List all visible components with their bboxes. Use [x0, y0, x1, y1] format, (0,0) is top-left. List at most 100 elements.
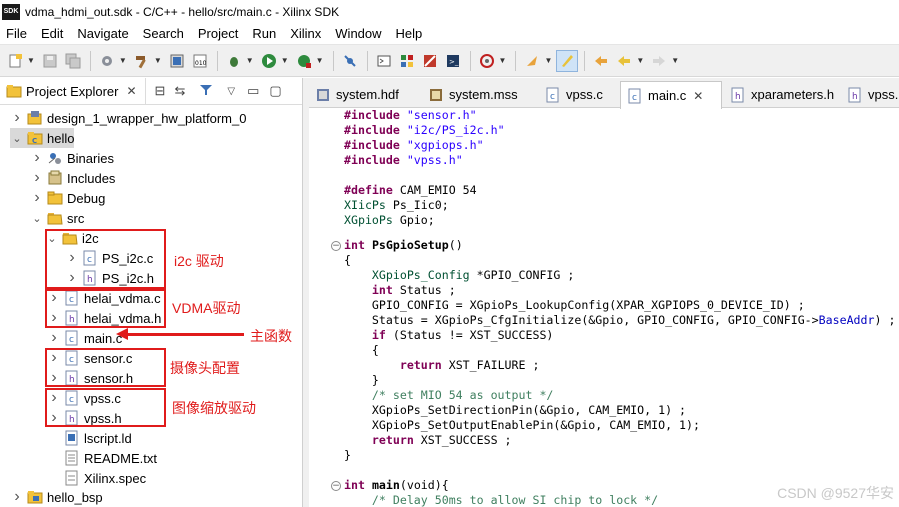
tree-item-includes[interactable]: › Includes: [30, 168, 115, 188]
chevron-right-icon[interactable]: ›: [10, 488, 24, 506]
editor-tab-main-c[interactable]: c main.c ✕: [620, 81, 722, 109]
hardware-manager-icon[interactable]: [396, 50, 418, 72]
h-file-icon: h: [847, 87, 863, 103]
tree-item-label: Binaries: [67, 150, 114, 166]
tree-item-hello-bsp[interactable]: › hello_bsp: [10, 487, 102, 507]
tree-item-hello[interactable]: ⌄ Chello: [10, 128, 75, 148]
chevron-down-icon[interactable]: ▼: [281, 56, 289, 65]
toggle-mark-icon[interactable]: [556, 49, 579, 72]
chevron-right-icon[interactable]: ›: [47, 329, 61, 347]
folder-icon: [47, 190, 63, 206]
project-explorer-header: Project Explorer ✕ ⊟ ⇆ ▽ ▭ ▢: [0, 77, 302, 105]
editor-tab-xparameters-h[interactable]: h xparameters.h: [724, 81, 838, 108]
save-all-icon[interactable]: [62, 50, 84, 72]
toolbar: ▼ ▼ ▼ 010 ▼ ▼ ▼ >_ ▼ ▼ ▼ ▼: [0, 44, 899, 77]
svg-text:c: c: [69, 335, 74, 345]
menu-window[interactable]: Window: [328, 26, 388, 41]
menu-edit[interactable]: Edit: [34, 26, 70, 41]
project-explorer-tab[interactable]: Project Explorer ✕: [0, 77, 146, 105]
chevron-down-icon[interactable]: ▼: [671, 56, 679, 65]
tree-item-debug[interactable]: › Debug: [30, 188, 105, 208]
forward-arrow-icon[interactable]: [648, 50, 670, 72]
filter-icon[interactable]: [199, 83, 213, 100]
chevron-down-icon[interactable]: ▼: [499, 56, 507, 65]
tree-item-label: Xilinx.spec: [84, 470, 147, 486]
menu-search[interactable]: Search: [136, 26, 191, 41]
next-annotation-icon[interactable]: [521, 50, 543, 72]
chevron-down-icon[interactable]: ▼: [27, 56, 35, 65]
annotation-label-vpss: 图像缩放驱动: [172, 400, 256, 416]
tree-item-binaries[interactable]: › Binaries: [30, 148, 114, 168]
save-icon[interactable]: [39, 50, 61, 72]
editor-tab-label: system.mss: [449, 87, 518, 102]
annotation-box-i2c: [45, 229, 166, 289]
new-icon[interactable]: [4, 50, 26, 72]
code-line: int PsGpioSetup(): [344, 238, 463, 252]
editor-tab-label: xparameters.h: [751, 87, 835, 102]
chevron-down-icon[interactable]: ▼: [246, 56, 254, 65]
menu-project[interactable]: Project: [191, 26, 245, 41]
editor-tab-system-mss[interactable]: system.mss: [422, 81, 536, 108]
linker-script-icon: [64, 430, 80, 446]
chevron-right-icon[interactable]: ›: [30, 169, 44, 187]
console-icon[interactable]: >_: [442, 50, 464, 72]
annotation-box-sensor: [45, 348, 166, 387]
chevron-right-icon[interactable]: ›: [30, 149, 44, 167]
svg-text:010: 010: [195, 60, 207, 67]
binary-icon[interactable]: 010: [189, 50, 211, 72]
close-icon[interactable]: ✕: [693, 89, 703, 103]
svg-text:h: h: [852, 92, 858, 102]
code-line: #include "vpss.h": [344, 153, 463, 167]
chevron-down-icon[interactable]: ⌄: [10, 132, 24, 145]
editor-tab-label: main.c: [648, 88, 687, 103]
gear-icon[interactable]: [96, 50, 118, 72]
run-icon[interactable]: [258, 50, 280, 72]
tree-item-xilinx-spec[interactable]: Xilinx.spec: [47, 468, 146, 488]
menu-help[interactable]: Help: [389, 26, 430, 41]
menu-xilinx[interactable]: Xilinx: [283, 26, 328, 41]
chevron-down-icon[interactable]: ▼: [636, 56, 644, 65]
external-tools-icon[interactable]: [293, 50, 315, 72]
sdk-tool-icon[interactable]: [419, 50, 441, 72]
chevron-down-icon[interactable]: ▼: [316, 56, 324, 65]
code-editor[interactable]: #include "sensor.h" #include "i2c/PS_i2c…: [309, 108, 899, 507]
collapse-all-icon[interactable]: ⊟: [155, 83, 166, 99]
tree-item-main-c[interactable]: › c main.c: [47, 328, 122, 348]
tree-item-design-1-wrapper-hw-platform-0[interactable]: › design_1_wrapper_hw_platform_0: [10, 108, 246, 128]
menu-file[interactable]: File: [0, 26, 34, 41]
tree-item-lscript-ld[interactable]: lscript.ld: [47, 428, 132, 448]
code-line: }: [344, 448, 351, 462]
menu-navigate[interactable]: Navigate: [70, 26, 135, 41]
tree-item-src[interactable]: ⌄ src: [30, 208, 84, 228]
window-title: vdma_hdmi_out.sdk - C/C++ - hello/src/ma…: [25, 4, 340, 19]
chevron-down-icon[interactable]: ▼: [154, 56, 162, 65]
editor-tab-vpss-h[interactable]: h vpss.h: [841, 81, 899, 108]
build-hammer-icon[interactable]: [131, 50, 153, 72]
skip-breakpoints-icon[interactable]: [339, 50, 361, 72]
back-arrow-icon[interactable]: [613, 50, 635, 72]
link-editor-icon[interactable]: ⇆: [174, 83, 185, 99]
maximize-icon[interactable]: ▢: [269, 83, 281, 99]
chevron-down-icon[interactable]: ▼: [119, 56, 127, 65]
chevron-down-icon[interactable]: ▼: [544, 56, 552, 65]
search-globe-icon[interactable]: [476, 50, 498, 72]
tree-item-label: src: [67, 210, 85, 226]
minimize-icon[interactable]: ▭: [247, 83, 259, 99]
program-fpga-icon[interactable]: [166, 50, 188, 72]
close-icon[interactable]: ✕: [126, 84, 136, 98]
editor-tab-vpss-c[interactable]: c vpss.c: [539, 81, 617, 108]
fold-collapse-icon[interactable]: −: [331, 241, 341, 251]
chevron-right-icon[interactable]: ›: [30, 189, 44, 207]
editor-tab-label: system.hdf: [336, 87, 399, 102]
view-menu-icon[interactable]: ▽: [227, 86, 235, 97]
tree-item-readme-txt[interactable]: README.txt: [47, 448, 157, 468]
editor-tab-system-hdf[interactable]: system.hdf: [309, 81, 419, 108]
chevron-down-icon[interactable]: ⌄: [30, 212, 44, 225]
chevron-right-icon[interactable]: ›: [10, 109, 24, 127]
terminal-icon[interactable]: [373, 50, 395, 72]
debug-bug-icon[interactable]: [223, 50, 245, 72]
fold-collapse-icon[interactable]: −: [331, 481, 341, 491]
menu-run[interactable]: Run: [245, 26, 283, 41]
annotation-label-sensor: 摄像头配置: [170, 360, 240, 376]
last-edit-icon[interactable]: [590, 50, 612, 72]
